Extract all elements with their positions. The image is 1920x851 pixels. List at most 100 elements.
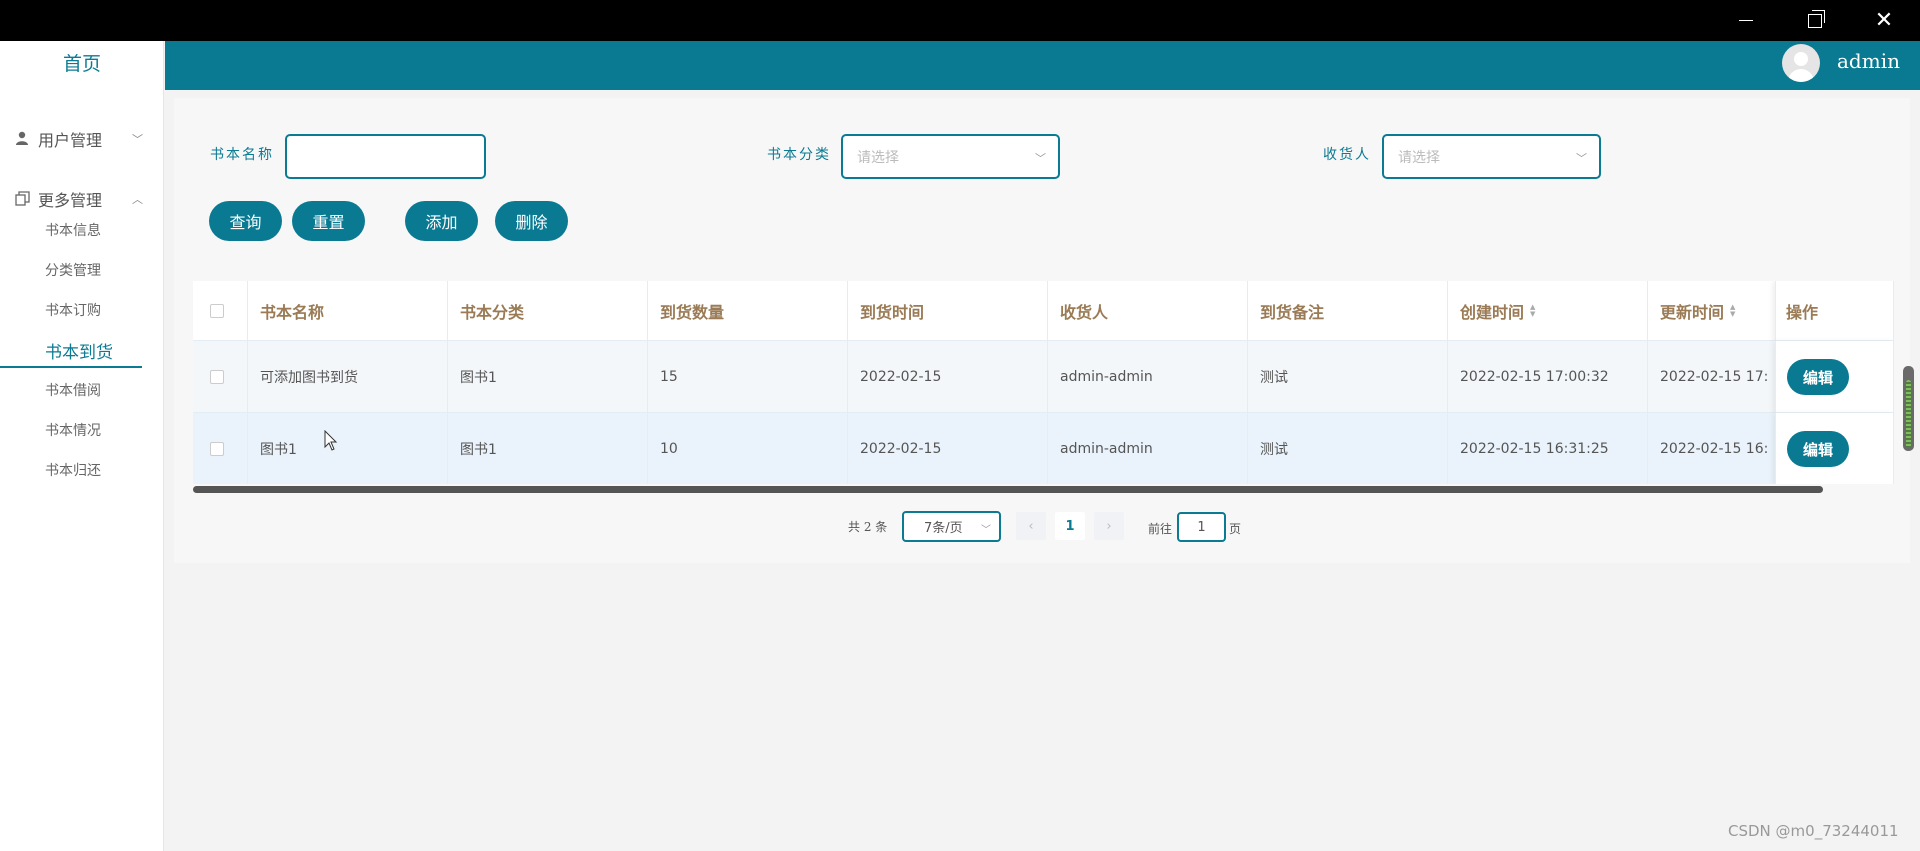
scrollbar-grip — [1906, 380, 1911, 448]
table-header: 书本名称 书本分类 到货数量 到货时间 收货人 到货备注 创建时间 ▲ ▼ 更新时… — [193, 281, 1894, 341]
watermark: CSDN @m0_73244011 — [1728, 822, 1899, 840]
user-icon — [14, 131, 30, 147]
cell-created: 2022-02-15 16:31:25 — [1448, 413, 1648, 484]
cell-quantity: 15 — [648, 341, 848, 413]
close-icon: ✕ — [1874, 8, 1894, 33]
prev-page-button[interactable]: ‹ — [1016, 512, 1046, 540]
select-placeholder: 请选择 — [1398, 149, 1440, 166]
column-header: 书本名称 — [248, 281, 448, 341]
receiver-select[interactable]: 请选择 ﹀ — [1382, 134, 1601, 179]
book-name-input[interactable] — [285, 134, 486, 179]
minimize-button[interactable] — [1718, 0, 1774, 41]
table-row: 图书1 图书1 10 2022-02-15 admin-admin 测试 202… — [193, 413, 1894, 484]
edit-button[interactable]: 编辑 — [1787, 359, 1849, 395]
maximize-button[interactable] — [1787, 0, 1843, 41]
arrivals-table: 书本名称 书本分类 到货数量 到货时间 收货人 到货备注 创建时间 ▲ ▼ 更新时… — [193, 281, 1894, 484]
sidebar-item-book-info[interactable]: 书本信息 — [45, 220, 101, 240]
copy-icon — [14, 191, 30, 207]
column-header-label: 创建时间 — [1460, 302, 1525, 322]
receiver-label: 收货人 — [1323, 147, 1371, 163]
column-header: 到货数量 — [648, 281, 848, 341]
sort-icon[interactable]: ▲ ▼ — [1730, 303, 1735, 318]
book-category-label: 书本分类 — [767, 147, 831, 163]
delete-button[interactable]: 删除 — [495, 201, 568, 241]
cell-category: 图书1 — [448, 341, 648, 413]
sidebar-group-user-management[interactable]: 用户管理 ﹀ — [0, 119, 164, 159]
sidebar-item-book-arrival[interactable]: 书本到货 — [45, 338, 113, 363]
cell-quantity: 10 — [648, 413, 848, 484]
sidebar-item-book-status[interactable]: 书本情况 — [45, 420, 101, 440]
sidebar-item-book-return[interactable]: 书本归还 — [45, 460, 101, 480]
row-select-cell — [193, 413, 248, 484]
column-header: 书本分类 — [448, 281, 648, 341]
cell-arrival-date: 2022-02-15 — [848, 413, 1048, 484]
chevron-down-icon: ﹀ — [981, 525, 991, 536]
window-titlebar: ✕ — [0, 0, 1920, 41]
cell-actions: 编辑 — [1775, 413, 1894, 484]
cell-actions: 编辑 — [1775, 341, 1894, 413]
column-header-created[interactable]: 创建时间 ▲ ▼ — [1448, 281, 1648, 341]
cell-created: 2022-02-15 17:00:32 — [1448, 341, 1648, 413]
goto-page-input[interactable]: 1 — [1177, 512, 1226, 542]
column-header: 到货备注 — [1248, 281, 1448, 341]
cell-note: 测试 — [1248, 341, 1448, 413]
column-header: 到货时间 — [848, 281, 1048, 341]
table-row: 可添加图书到货 图书1 15 2022-02-15 admin-admin 测试… — [193, 341, 1894, 413]
current-page: 1 — [1065, 518, 1075, 534]
cell-book-name: 可添加图书到货 — [248, 341, 448, 413]
table-horizontal-scrollbar[interactable] — [193, 486, 1823, 493]
sidebar-home-link[interactable]: 首页 — [0, 49, 164, 76]
select-all-checkbox[interactable] — [210, 303, 224, 318]
chevron-down-icon: ﹀ — [1576, 152, 1587, 165]
reset-button[interactable]: 重置 — [292, 201, 365, 241]
cell-note: 测试 — [1248, 413, 1448, 484]
sidebar-item-book-borrow[interactable]: 书本借阅 — [45, 380, 101, 400]
edit-button[interactable]: 编辑 — [1787, 431, 1849, 467]
cell-receiver: admin-admin — [1048, 341, 1248, 413]
top-header: admin — [165, 41, 1920, 90]
sort-icon[interactable]: ▲ ▼ — [1530, 303, 1535, 318]
avatar-head — [1794, 52, 1808, 66]
page-number-button[interactable]: 1 — [1055, 512, 1085, 540]
row-select-cell — [193, 341, 248, 413]
chevron-right-icon: › — [1106, 518, 1112, 534]
minimize-icon — [1739, 20, 1753, 21]
chevron-down-icon: ﹀ — [1035, 152, 1046, 165]
column-header-label: 更新时间 — [1660, 302, 1725, 322]
sidebar-group-label: 更多管理 — [38, 191, 103, 210]
chevron-left-icon: ‹ — [1028, 518, 1034, 534]
username[interactable]: admin — [1837, 49, 1900, 73]
cell-receiver: admin-admin — [1048, 413, 1248, 484]
book-name-label: 书本名称 — [210, 147, 274, 163]
page-size-select[interactable]: 7条/页 ﹀ — [902, 511, 1001, 542]
column-header: 操作 — [1775, 281, 1894, 341]
active-indicator — [0, 366, 142, 368]
pagination-total: 共 2 条 — [848, 520, 888, 534]
sidebar-item-book-order[interactable]: 书本订购 — [45, 300, 101, 320]
select-all-cell — [193, 281, 248, 341]
page-size-value: 7条/页 — [924, 521, 963, 536]
close-button[interactable]: ✕ — [1856, 0, 1912, 41]
sidebar: 首页 用户管理 ﹀ 更多管理 ︿ 书本信息 分类管理 书本订购 书本到货 书本借… — [0, 41, 164, 851]
select-placeholder: 请选择 — [857, 149, 899, 166]
row-checkbox[interactable] — [210, 441, 224, 456]
avatar[interactable] — [1782, 44, 1820, 82]
page-suffix: 页 — [1229, 522, 1242, 536]
query-button[interactable]: 查询 — [209, 201, 282, 241]
sidebar-item-category-management[interactable]: 分类管理 — [45, 260, 101, 280]
next-page-button[interactable]: › — [1094, 512, 1124, 540]
chevron-down-icon: ﹀ — [132, 133, 143, 146]
sidebar-group-more-management[interactable]: 更多管理 ︿ — [0, 179, 164, 219]
book-category-select[interactable]: 请选择 ﹀ — [841, 134, 1060, 179]
cell-arrival-date: 2022-02-15 — [848, 341, 1048, 413]
add-button[interactable]: 添加 — [405, 201, 478, 241]
row-checkbox[interactable] — [210, 369, 224, 384]
restore-icon — [1808, 9, 1825, 28]
cell-category: 图书1 — [448, 413, 648, 484]
chevron-up-icon: ︿ — [132, 193, 143, 206]
avatar-body — [1788, 69, 1814, 82]
goto-label: 前往 — [1148, 522, 1173, 536]
cell-book-name: 图书1 — [248, 413, 448, 484]
sidebar-group-label: 用户管理 — [38, 131, 103, 150]
column-header: 收货人 — [1048, 281, 1248, 341]
